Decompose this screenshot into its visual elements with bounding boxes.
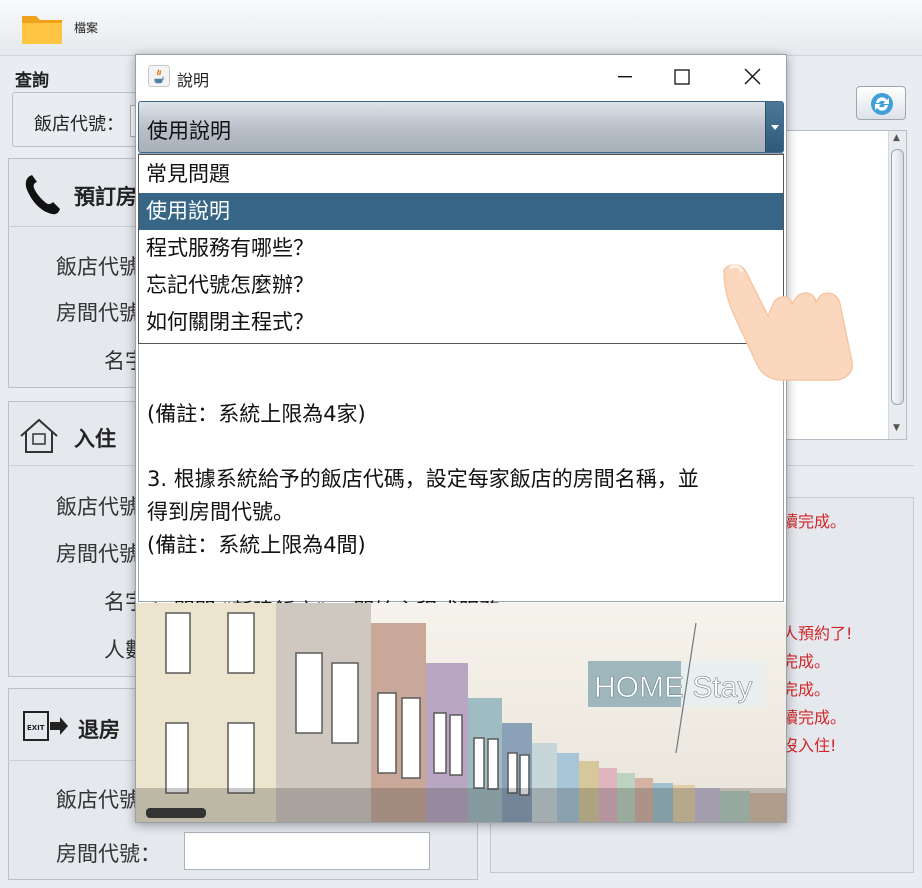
query-title: 查詢: [15, 71, 49, 91]
phone-icon: [25, 175, 60, 215]
dropdown-option-selected[interactable]: 使用說明: [139, 193, 783, 230]
log-line: 完成。: [782, 680, 831, 699]
refresh-icon: [871, 93, 893, 115]
exit-icon-text: EXIT: [27, 724, 45, 732]
close-icon: [744, 68, 761, 85]
booking-hotel-code-label: 飯店代號: [56, 255, 140, 279]
log-line: 完成。: [782, 652, 831, 671]
content-line: (備註：系統上限為4間): [147, 533, 366, 557]
scroll-down-icon[interactable]: ▼: [893, 423, 900, 433]
close-button[interactable]: [724, 55, 782, 99]
menu-bar: 檔案: [0, 0, 922, 56]
photo-sign-text: HOME Stay: [594, 671, 752, 704]
dropdown-option[interactable]: 常見問題: [139, 156, 783, 193]
combobox-value: 使用說明: [147, 119, 231, 143]
checkout-room-code-label: 房間代號：: [56, 842, 161, 866]
topic-dropdown-list[interactable]: 常見問題 使用說明 程式服務有哪些？ 忘記代號怎麼辦？ 如何關閉主程式？: [138, 154, 784, 344]
dialog-titlebar[interactable]: 說明: [136, 55, 786, 99]
help-dialog: 說明 使用說明 (備註：系統上限為4家) 3. 根據系統給予的飯店代碼，設定每家…: [135, 54, 787, 823]
dropdown-option[interactable]: 忘記代號怎麼辦？: [139, 267, 783, 304]
topic-combobox[interactable]: 使用說明: [138, 101, 784, 153]
minimize-button[interactable]: [596, 55, 654, 99]
checkin-panel-title: 入住: [74, 427, 116, 451]
log-line: 沒入住!: [782, 736, 837, 755]
refresh-button[interactable]: [856, 86, 906, 120]
checkout-room-code-input[interactable]: [184, 832, 430, 870]
dropdown-option[interactable]: 如何關閉主程式？: [139, 304, 783, 341]
scrollbar-thumb[interactable]: [891, 149, 904, 405]
content-line: 得到房間代號。: [147, 500, 294, 524]
dropdown-option[interactable]: 程式服務有哪些？: [139, 230, 783, 267]
log-line: 續完成。: [782, 512, 847, 531]
house-icon: [20, 418, 58, 453]
booking-panel-title: 預訂房: [74, 185, 137, 209]
exit-icon: EXIT: [23, 711, 68, 741]
log-line: 人預約了!: [782, 624, 853, 643]
scroll-up-icon[interactable]: ▲: [893, 133, 900, 143]
maximize-icon: [674, 69, 690, 85]
checkin-room-code-label: 房間代號: [56, 542, 140, 566]
menu-file[interactable]: 檔案: [74, 19, 98, 36]
java-icon: [148, 65, 170, 87]
booking-room-code-label: 房間代號: [56, 301, 140, 325]
pointing-hand-icon: [723, 264, 854, 381]
result-scrollbar[interactable]: ▲ ▼: [888, 131, 906, 439]
maximize-button[interactable]: [654, 55, 712, 99]
checkin-hotel-code-label: 飯店代號: [56, 495, 140, 519]
chevron-down-icon[interactable]: [765, 102, 783, 152]
query-hotel-code-label: 飯店代號：: [34, 114, 124, 135]
checkout-panel-title: 退房: [78, 718, 120, 742]
dialog-title: 說明: [177, 71, 210, 90]
homestay-photo: HOME Stay: [136, 603, 786, 822]
log-line: 續完成。: [782, 708, 847, 727]
folder-icon[interactable]: [20, 10, 64, 46]
content-line: (備註：系統上限為4家): [147, 402, 366, 426]
content-line: 3. 根據系統給予的飯店代碼，設定每家飯店的房間名稱，並: [147, 467, 699, 491]
minimize-icon: [618, 76, 632, 78]
checkout-hotel-code-label: 飯店代號: [56, 788, 140, 812]
